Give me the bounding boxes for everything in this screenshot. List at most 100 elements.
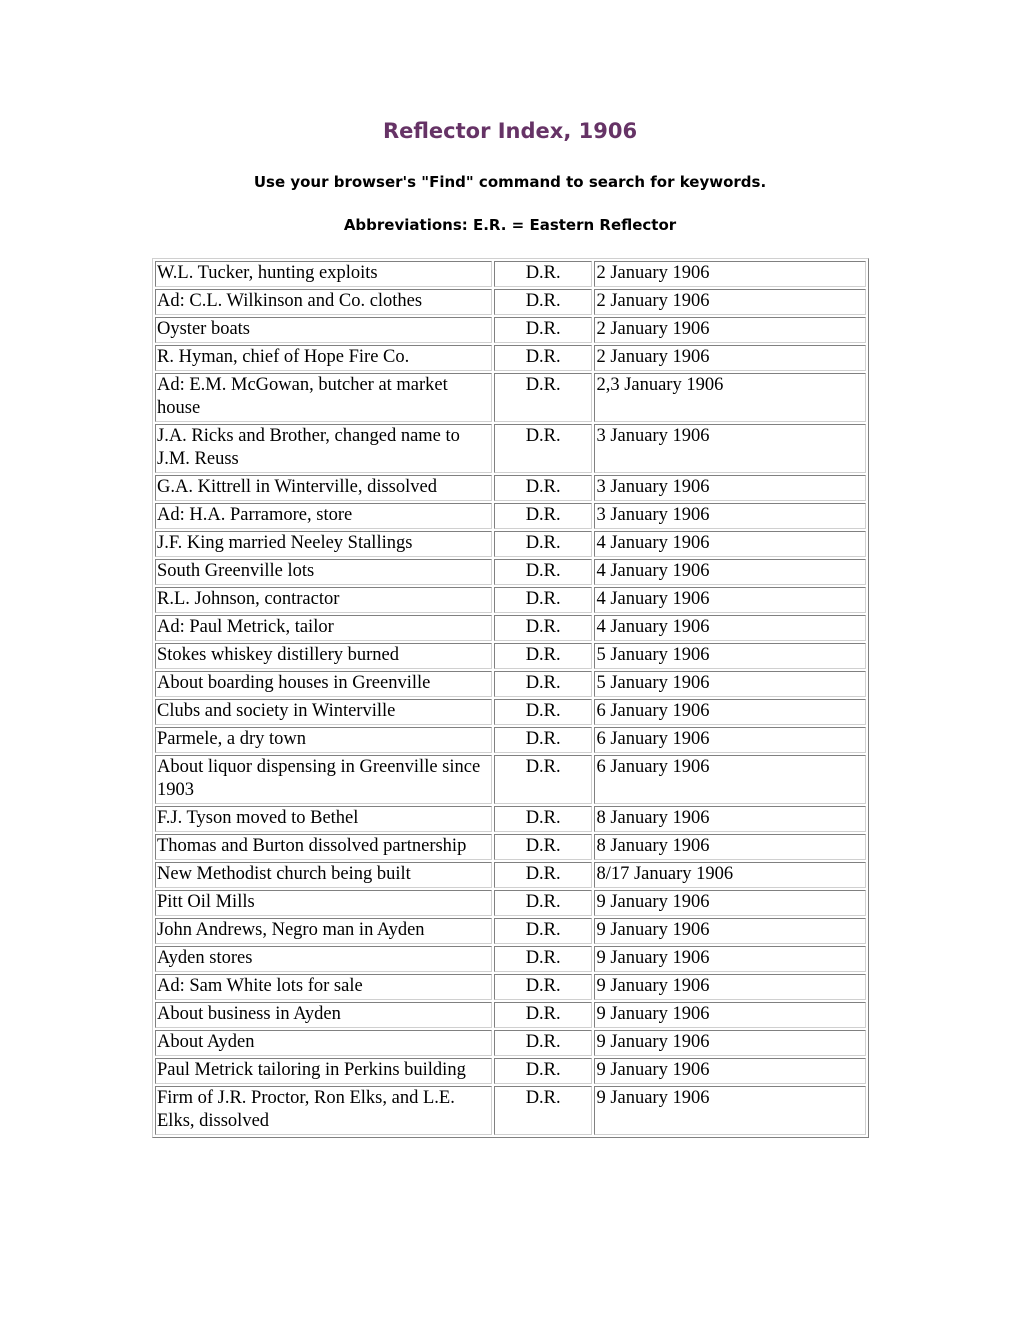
table-row: South Greenville lots D.R. 4 January 1906 xyxy=(155,559,866,585)
topic-cell: Firm of J.R. Proctor, Ron Elks, and L.E.… xyxy=(155,1086,492,1135)
table-row: Ayden stores D.R. 9 January 1906 xyxy=(155,946,866,972)
source-cell: D.R. xyxy=(493,671,593,697)
source-cell: D.R. xyxy=(493,373,593,422)
source-cell: D.R. xyxy=(493,834,593,860)
source-cell: D.R. xyxy=(493,806,593,832)
table-row: About liquor dispensing in Greenville si… xyxy=(155,755,866,804)
table-row: F.J. Tyson moved to Bethel D.R. 8 January … xyxy=(155,806,866,832)
source-cell: D.R. xyxy=(493,424,593,473)
date-cell: 2 January 1906 xyxy=(594,289,866,315)
date-cell: 5 January 1906 xyxy=(594,671,866,697)
date-cell: 4 January 1906 xyxy=(594,615,866,641)
table-row: Oyster boats D.R. 2 January 1906 xyxy=(155,317,866,343)
topic-cell: J.A. Ricks and Brother, changed name to … xyxy=(155,424,492,473)
topic-cell: Parmele, a dry town xyxy=(155,727,492,753)
topic-cell: F.J. Tyson moved to Bethel xyxy=(155,806,492,832)
table-row: R. Hyman, chief of Hope Fire Co. D.R. 2 Ja… xyxy=(155,345,866,371)
table-row: Clubs and society in Winterville D.R. 6 Ja… xyxy=(155,699,866,725)
source-cell: D.R. xyxy=(493,946,593,972)
source-cell: D.R. xyxy=(493,974,593,1000)
date-cell: 8 January 1906 xyxy=(594,834,866,860)
table-row: Ad: Paul Metrick, tailor D.R. 4 January 19… xyxy=(155,615,866,641)
topic-cell: J.F. King married Neeley Stallings xyxy=(155,531,492,557)
topic-cell: Ad: E.M. McGowan, butcher at market hous… xyxy=(155,373,492,422)
date-cell: 6 January 1906 xyxy=(594,699,866,725)
date-cell: 2 January 1906 xyxy=(594,261,866,287)
topic-cell: Ad: H.A. Parramore, store xyxy=(155,503,492,529)
date-cell: 9 January 1906 xyxy=(594,1086,866,1135)
page-title: Reflector Index, 1906 xyxy=(382,119,638,143)
topic-cell: Oyster boats xyxy=(155,317,492,343)
table-row: Ad: Sam White lots for sale D.R. 9 January… xyxy=(155,974,866,1000)
table-row: Ad: C.L. Wilkinson and Co. clothes D.R. 2 … xyxy=(155,289,866,315)
table-row: John Andrews, Negro man in Ayden D.R. 9 Ja… xyxy=(155,918,866,944)
date-cell: 9 January 1906 xyxy=(594,1002,866,1028)
table-row: Stokes whiskey distillery burned D.R. 5 Ja… xyxy=(155,643,866,669)
table-row: J.F. King married Neeley Stallings D.R. 4 … xyxy=(155,531,866,557)
table-row: About Ayden D.R. 9 January 1906 xyxy=(155,1030,866,1056)
source-cell: D.R. xyxy=(493,345,593,371)
table-row: Pitt Oil Mills D.R. 9 January 1906 xyxy=(155,890,866,916)
date-cell: 6 January 1906 xyxy=(594,755,866,804)
table-row: Firm of J.R. Proctor, Ron Elks, and L.E.… xyxy=(155,1086,866,1135)
date-cell: 9 January 1906 xyxy=(594,918,866,944)
source-cell: D.R. xyxy=(493,1002,593,1028)
table-row: J.A. Ricks and Brother, changed name to … xyxy=(155,424,866,473)
date-cell: 2 January 1906 xyxy=(594,345,866,371)
table-row: New Methodist church being built D.R. 8/17… xyxy=(155,862,866,888)
date-cell: 2 January 1906 xyxy=(594,317,866,343)
source-cell: D.R. xyxy=(493,475,593,501)
index-table: W.L. Tucker, hunting exploits D.R. 2 Janua… xyxy=(152,258,869,1138)
topic-cell: Stokes whiskey distillery burned xyxy=(155,643,492,669)
topic-cell: Ad: Paul Metrick, tailor xyxy=(155,615,492,641)
topic-cell: About boarding houses in Greenville xyxy=(155,671,492,697)
topic-cell: About liquor dispensing in Greenville si… xyxy=(155,755,492,804)
table-row: Parmele, a dry town D.R. 6 January 1906 xyxy=(155,727,866,753)
source-cell: D.R. xyxy=(493,699,593,725)
date-cell: 9 January 1906 xyxy=(594,1058,866,1084)
table-row: Ad: E.M. McGowan, butcher at market hous… xyxy=(155,373,866,422)
topic-cell: R. Hyman, chief of Hope Fire Co. xyxy=(155,345,492,371)
date-cell: 8/17 January 1906 xyxy=(594,862,866,888)
source-cell: D.R. xyxy=(493,727,593,753)
topic-cell: Ad: Sam White lots for sale xyxy=(155,974,492,1000)
date-cell: 3 January 1906 xyxy=(594,503,866,529)
search-instructions: Use your browser's "Find" command to sea… xyxy=(253,173,767,191)
topic-cell: John Andrews, Negro man in Ayden xyxy=(155,918,492,944)
table-row: About business in Ayden D.R. 9 January 190… xyxy=(155,1002,866,1028)
topic-cell: New Methodist church being built xyxy=(155,862,492,888)
source-cell: D.R. xyxy=(493,918,593,944)
source-cell: D.R. xyxy=(493,559,593,585)
date-cell: 3 January 1906 xyxy=(594,475,866,501)
table-row: Paul Metrick tailoring in Perkins buildi… xyxy=(155,1058,866,1084)
topic-cell: Pitt Oil Mills xyxy=(155,890,492,916)
source-cell: D.R. xyxy=(493,317,593,343)
date-cell: 6 January 1906 xyxy=(594,727,866,753)
table-row: W.L. Tucker, hunting exploits D.R. 2 Janua… xyxy=(155,261,866,287)
date-cell: 9 January 1906 xyxy=(594,1030,866,1056)
date-cell: 4 January 1906 xyxy=(594,559,866,585)
date-cell: 4 January 1906 xyxy=(594,531,866,557)
topic-cell: Thomas and Burton dissolved partnership xyxy=(155,834,492,860)
source-cell: D.R. xyxy=(493,1086,593,1135)
source-cell: D.R. xyxy=(493,587,593,613)
topic-cell: Clubs and society in Winterville xyxy=(155,699,492,725)
table-row: G.A. Kittrell in Winterville, dissolved D… xyxy=(155,475,866,501)
topic-cell: R.L. Johnson, contractor xyxy=(155,587,492,613)
index-table-body: W.L. Tucker, hunting exploits D.R. 2 Janua… xyxy=(155,261,866,1135)
source-cell: D.R. xyxy=(493,643,593,669)
topic-cell: Ad: C.L. Wilkinson and Co. clothes xyxy=(155,289,492,315)
date-cell: 2,3 January 1906 xyxy=(594,373,866,422)
source-cell: D.R. xyxy=(493,1058,593,1084)
source-cell: D.R. xyxy=(493,890,593,916)
source-cell: D.R. xyxy=(493,261,593,287)
source-cell: D.R. xyxy=(493,503,593,529)
date-cell: 9 January 1906 xyxy=(594,946,866,972)
source-cell: D.R. xyxy=(493,862,593,888)
source-cell: D.R. xyxy=(493,615,593,641)
topic-cell: Paul Metrick tailoring in Perkins buildi… xyxy=(155,1058,492,1084)
date-cell: 3 January 1906 xyxy=(594,424,866,473)
topic-cell: South Greenville lots xyxy=(155,559,492,585)
abbreviations-note: Abbreviations: E.R. = Eastern Reflector xyxy=(343,216,677,234)
date-cell: 9 January 1906 xyxy=(594,890,866,916)
